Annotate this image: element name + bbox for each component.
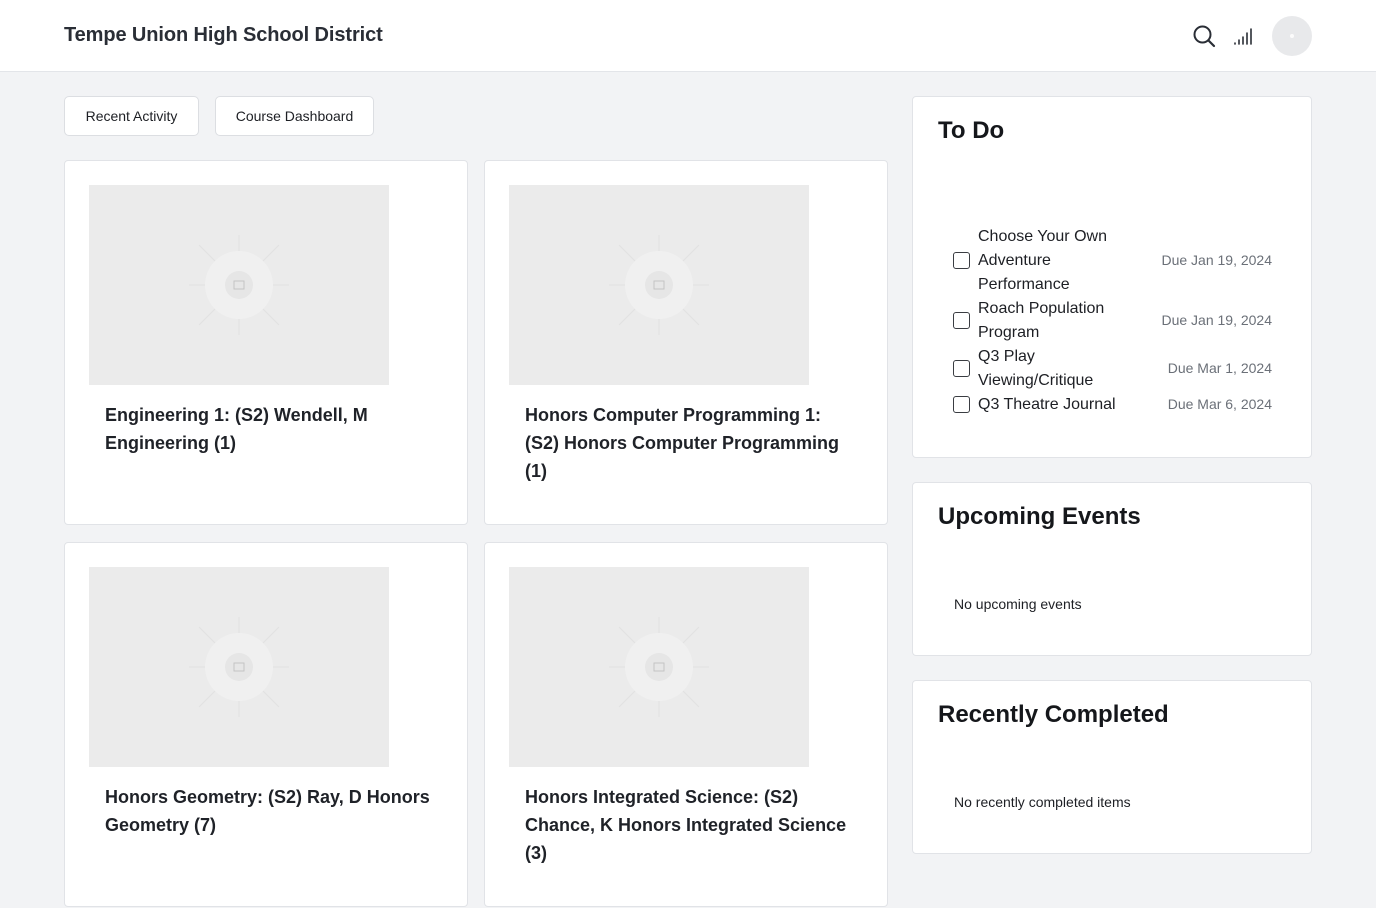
signal-icon[interactable]: [1230, 22, 1258, 50]
todo-panel: To Do Choose Your Own Adventure Performa…: [912, 96, 1312, 458]
upcoming-events-empty: No upcoming events: [954, 596, 1082, 612]
top-bar: Tempe Union High School District: [0, 0, 1376, 72]
course-title[interactable]: Honors Integrated Science: (S2) Chance, …: [525, 783, 855, 867]
course-thumbnail: [509, 567, 809, 767]
todo-item: Choose Your Own Adventure Performance Du…: [953, 225, 1273, 297]
course-title[interactable]: Honors Geometry: (S2) Ray, D Honors Geom…: [105, 783, 435, 839]
image-placeholder-icon: [609, 617, 709, 717]
image-placeholder-icon: [609, 235, 709, 335]
image-placeholder-icon: [189, 617, 289, 717]
todo-label[interactable]: Roach Population Program: [978, 297, 1130, 345]
avatar-dot: [1290, 34, 1294, 38]
todo-label[interactable]: Choose Your Own Adventure Performance: [978, 225, 1130, 297]
todo-checkbox[interactable]: [953, 396, 970, 413]
todo-checkbox[interactable]: [953, 360, 970, 377]
upcoming-events-heading: Upcoming Events: [938, 503, 1141, 530]
image-placeholder-icon: [189, 235, 289, 335]
todo-item: Roach Population Program Due Jan 19, 202…: [953, 297, 1273, 345]
recently-completed-empty: No recently completed items: [954, 794, 1131, 810]
todo-item: Q3 Theatre Journal Due Mar 6, 2024: [953, 393, 1273, 417]
avatar[interactable]: [1272, 16, 1312, 56]
course-title[interactable]: Honors Computer Programming 1: (S2) Hono…: [525, 401, 855, 485]
recently-completed-panel: Recently Completed No recently completed…: [912, 680, 1312, 854]
district-title: Tempe Union High School District: [64, 24, 383, 46]
search-icon[interactable]: [1190, 22, 1218, 50]
course-thumbnail: [89, 185, 389, 385]
todo-due-date: Due Jan 19, 2024: [1161, 312, 1272, 328]
todo-due-date: Due Mar 1, 2024: [1167, 360, 1272, 376]
course-card[interactable]: Honors Computer Programming 1: (S2) Hono…: [484, 160, 888, 525]
course-card[interactable]: Engineering 1: (S2) Wendell, M Engineeri…: [64, 160, 468, 525]
course-card[interactable]: Honors Geometry: (S2) Ray, D Honors Geom…: [64, 542, 468, 907]
course-thumbnail: [89, 567, 389, 767]
todo-label[interactable]: Q3 Theatre Journal: [978, 393, 1158, 417]
upcoming-events-panel: Upcoming Events No upcoming events: [912, 482, 1312, 656]
todo-heading: To Do: [938, 117, 1005, 144]
course-card[interactable]: Honors Integrated Science: (S2) Chance, …: [484, 542, 888, 907]
todo-due-date: Due Mar 6, 2024: [1167, 396, 1272, 412]
recently-completed-heading: Recently Completed: [938, 701, 1169, 728]
todo-item: Q3 Play Viewing/Critique Due Mar 1, 2024: [953, 345, 1273, 393]
recent-activity-button[interactable]: Recent Activity: [64, 96, 199, 136]
course-title[interactable]: Engineering 1: (S2) Wendell, M Engineeri…: [105, 401, 435, 457]
todo-checkbox[interactable]: [953, 312, 970, 329]
course-dashboard-button[interactable]: Course Dashboard: [215, 96, 374, 136]
todo-label[interactable]: Q3 Play Viewing/Critique: [978, 345, 1108, 393]
todo-checkbox[interactable]: [953, 252, 970, 269]
todo-due-date: Due Jan 19, 2024: [1161, 252, 1272, 268]
course-thumbnail: [509, 185, 809, 385]
